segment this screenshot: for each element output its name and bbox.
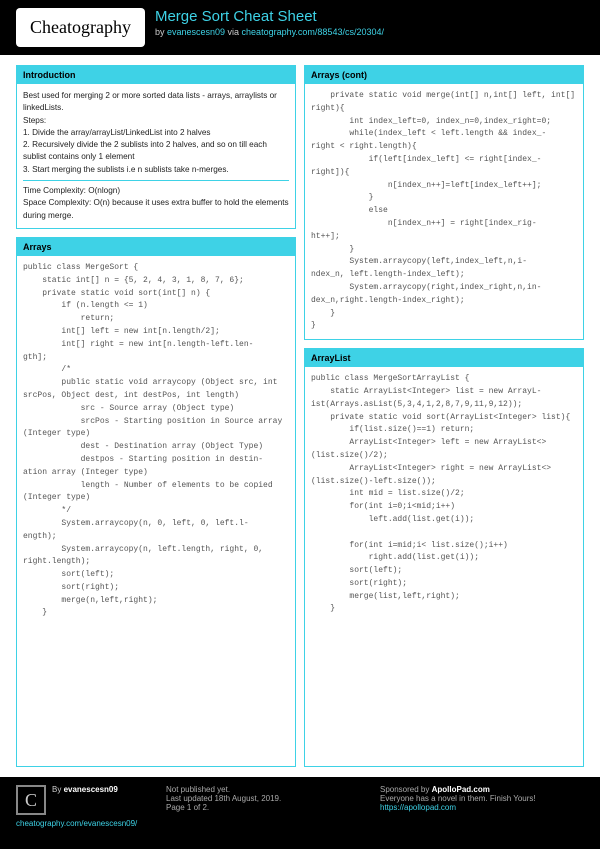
arrays-body: public class MergeSort { static int[] n … — [17, 256, 295, 626]
footer-by-label: By — [52, 785, 64, 794]
footer-author-url[interactable]: cheatography.com/evanescesn09/ — [16, 819, 137, 828]
byline-by: by — [155, 27, 167, 37]
arrays-cont-header: Arrays (cont) — [305, 66, 583, 84]
arraylist-header: ArrayList — [305, 349, 583, 367]
title-block: Merge Sort Cheat Sheet by evanescesn09 v… — [155, 0, 600, 55]
header-bar: Cheatography Merge Sort Cheat Sheet by e… — [0, 0, 600, 55]
footer-logo-icon: C — [16, 785, 46, 815]
arrays-cont-box: Arrays (cont) private static void merge(… — [304, 65, 584, 340]
footer-sponsor-col: Sponsored by ApolloPad.com Everyone has … — [380, 785, 584, 845]
footer-author-col: C By evanescesn09 cheatography.com/evane… — [16, 785, 156, 845]
arraylist-code: public class MergeSortArrayList { static… — [311, 373, 577, 616]
footer-not-published: Not published yet. — [166, 785, 370, 794]
intro-tc: Time Complexity: O(nlogn) — [23, 185, 289, 197]
footer-sponsored-by: Sponsored by — [380, 785, 432, 794]
byline: by evanescesn09 via cheatography.com/885… — [155, 27, 600, 37]
logo: Cheatography — [16, 8, 145, 47]
left-column: Introduction Best used for merging 2 or … — [16, 65, 296, 767]
byline-via: via — [225, 27, 242, 37]
footer-sponsor-url[interactable]: https://apollopad.com — [380, 803, 456, 812]
intro-body: Best used for merging 2 or more sorted d… — [17, 84, 295, 228]
arrays-code: public class MergeSort { static int[] n … — [23, 262, 289, 620]
author-link[interactable]: evanescesn09 — [167, 27, 225, 37]
arrays-cont-body: private static void merge(int[] n,int[] … — [305, 84, 583, 339]
footer-last-updated: Last updated 18th August, 2019. — [166, 794, 370, 803]
cheat-url-link[interactable]: cheatography.com/88543/cs/20304/ — [242, 27, 384, 37]
arrays-header: Arrays — [17, 238, 295, 256]
arraylist-body: public class MergeSortArrayList { static… — [305, 367, 583, 622]
footer-sponsor: ApolloPad.com — [432, 785, 490, 794]
content-area: Introduction Best used for merging 2 or … — [0, 55, 600, 777]
intro-p2: Steps: — [23, 115, 289, 127]
footer-bar: C By evanescesn09 cheatography.com/evane… — [0, 777, 600, 849]
intro-s2: 2. Recursively divide the 2 sublists int… — [23, 139, 289, 164]
intro-s1: 1. Divide the array/arrayList/LinkedList… — [23, 127, 289, 139]
divider — [23, 180, 289, 181]
footer-meta-col: Not published yet. Last updated 18th Aug… — [166, 785, 370, 845]
intro-box: Introduction Best used for merging 2 or … — [16, 65, 296, 229]
arraylist-box: ArrayList public class MergeSortArrayLis… — [304, 348, 584, 767]
footer-page: Page 1 of 2. — [166, 803, 370, 812]
footer-sponsor-tag: Everyone has a novel in them. Finish You… — [380, 794, 584, 803]
intro-p1: Best used for merging 2 or more sorted d… — [23, 90, 289, 115]
arrays-box: Arrays public class MergeSort { static i… — [16, 237, 296, 767]
intro-s3: 3. Start merging the sublists i.e n subl… — [23, 164, 289, 176]
arrays-cont-code: private static void merge(int[] n,int[] … — [311, 90, 577, 333]
footer-author: evanescesn09 — [64, 785, 118, 794]
right-column: Arrays (cont) private static void merge(… — [304, 65, 584, 767]
intro-sc: Space Complexity: O(n) because it uses e… — [23, 197, 289, 222]
page-title: Merge Sort Cheat Sheet — [155, 8, 600, 25]
intro-header: Introduction — [17, 66, 295, 84]
